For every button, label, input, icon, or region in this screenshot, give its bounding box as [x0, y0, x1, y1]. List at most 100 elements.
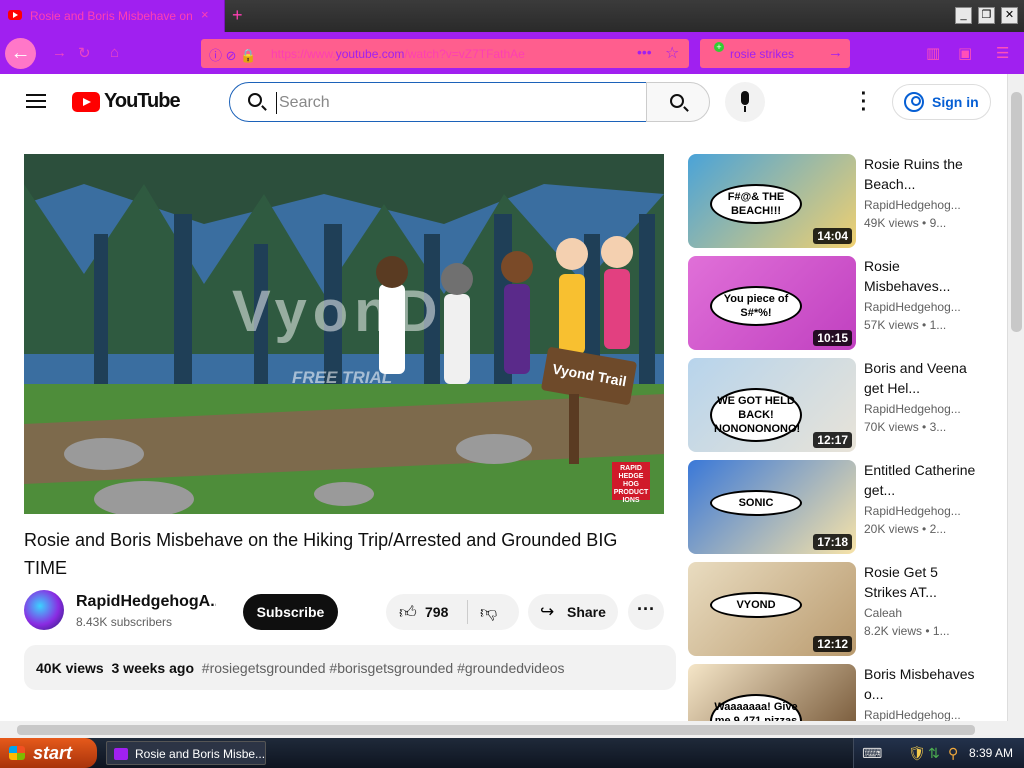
channel-name[interactable]: RapidHedgehogA...	[76, 593, 216, 611]
video-player[interactable]: VyonD FREE TRIAL Vyond Trail RAPID HEDGE…	[24, 154, 664, 514]
restore-button[interactable]: ❐	[978, 7, 995, 24]
sidebar-icon[interactable]: ▣	[958, 44, 972, 62]
horizontal-scrollbar[interactable]	[0, 721, 1024, 738]
like-count[interactable]: 798	[425, 604, 448, 620]
recommendation-card[interactable]: F#@& THE BEACH!!! 14:04 Rosie Ruins the Be…	[688, 154, 988, 248]
browser-tab-strip: Rosie and Boris Misbehave on the Hiking …	[0, 0, 1024, 32]
security-shield-icon[interactable]: 🛡	[908, 745, 926, 762]
recommendation-card[interactable]: WE GOT HELD BACK! NONONONONO! 12:17 Boris …	[688, 358, 988, 452]
taskbar-window-item[interactable]: Rosie and Boris Misbe...	[106, 741, 266, 765]
close-window-button[interactable]: ✕	[1001, 7, 1018, 24]
add-icon: +	[714, 42, 724, 52]
reload-icon[interactable]: ↻	[78, 44, 91, 62]
account-icon	[904, 92, 924, 112]
recommendation-thumbnail[interactable]: VYOND 12:12	[688, 562, 856, 656]
recommendation-card[interactable]: Waaaaaaa! Give me 9,471 pizzas now! Boris…	[688, 664, 988, 721]
recommendation-meta: 8.2K views • 1...	[864, 624, 968, 638]
recommendation-title[interactable]: Boris Misbehaves o...	[864, 664, 976, 704]
youtube-wordmark[interactable]: YouTube	[104, 90, 181, 113]
search-input[interactable]	[276, 92, 626, 114]
recommendation-thumbnail[interactable]: WE GOT HELD BACK! NONONONONO! 12:17	[688, 358, 856, 452]
clock[interactable]: 8:39 AM	[969, 746, 1013, 760]
recommendation-age: • 3...	[922, 420, 947, 434]
desktop: Rosie and Boris Misbehave on the Hiking …	[0, 0, 1024, 768]
keyboard-icon[interactable]: ⌨	[862, 745, 882, 762]
library-icon[interactable]: ▥	[926, 44, 940, 62]
search-box[interactable]	[229, 82, 647, 122]
recommendation-meta: 20K views • 2...	[864, 522, 968, 536]
like-dislike-bar: 👍︎ 798 👎︎	[386, 594, 519, 630]
recommendation-title[interactable]: Entitled Catherine get...	[864, 460, 976, 500]
minimize-button[interactable]: _	[955, 7, 972, 24]
search-tray-icon[interactable]: ⚲	[948, 745, 958, 762]
recommendation-channel[interactable]: Caleah	[864, 606, 968, 620]
find-bar[interactable]: + rosie strikes →	[700, 39, 850, 68]
video-duration: 14:04	[813, 228, 852, 244]
sign-in-label: Sign in	[932, 94, 979, 110]
thumbnail-caption: SONIC	[710, 490, 802, 516]
recommendation-channel[interactable]: RapidHedgehog...	[864, 402, 968, 416]
recommendation-channel[interactable]: RapidHedgehog...	[864, 198, 968, 212]
recommendation-age: • 9...	[922, 216, 947, 230]
thumbs-up-icon[interactable]: 👍︎	[399, 602, 417, 623]
hamburger-menu-icon[interactable]	[26, 94, 46, 108]
recommendation-meta: 57K views • 1...	[864, 318, 968, 332]
recommendation-thumbnail[interactable]: You piece of S#*%! 10:15	[688, 256, 856, 350]
new-tab-button[interactable]: +	[232, 5, 243, 26]
go-arrow-icon[interactable]: →	[828, 44, 843, 61]
recommendation-title[interactable]: Rosie Get 5 Strikes AT...	[864, 562, 976, 602]
tab-close-icon[interactable]: ×	[201, 7, 209, 22]
home-icon[interactable]: ⌂	[110, 44, 119, 61]
recommendation-channel[interactable]: RapidHedgehog...	[864, 708, 968, 721]
url-text[interactable]: https://www.youtube.com/watch?v=vZ7TFath…	[271, 47, 525, 61]
browser-tab[interactable]: Rosie and Boris Misbehave on the Hiking …	[0, 0, 225, 32]
network-icon[interactable]: ⇅	[928, 745, 940, 762]
recommendation-card[interactable]: SONIC 17:18 Entitled Catherine get... Rapid…	[688, 460, 988, 554]
video-duration: 12:12	[813, 636, 852, 652]
sign-in-button[interactable]: Sign in	[892, 84, 991, 120]
find-text[interactable]: rosie strikes	[730, 47, 794, 61]
share-button[interactable]: ↪ Share	[528, 594, 618, 630]
share-label: Share	[567, 604, 606, 620]
recommendation-title[interactable]: Rosie Ruins the Beach...	[864, 154, 976, 194]
description-line: 40K views 3 weeks ago #rosiegetsgrounded…	[36, 660, 565, 676]
recommendation-title[interactable]: Boris and Veena get Hel...	[864, 358, 976, 398]
recommendation-card[interactable]: You piece of S#*%! 10:15 Rosie Misbehaves.…	[688, 256, 988, 350]
site-info-icon[interactable]: ⓘ ⊘ 🔒	[209, 45, 256, 64]
scrollbar-thumb[interactable]	[1011, 92, 1022, 332]
recommendation-thumbnail[interactable]: Waaaaaaa! Give me 9,471 pizzas now!	[688, 664, 856, 721]
view-count: 40K views	[36, 660, 104, 676]
search-button[interactable]	[646, 82, 710, 122]
scrollbar-thumb[interactable]	[17, 725, 975, 735]
recommendation-thumbnail[interactable]: F#@& THE BEACH!!! 14:04	[688, 154, 856, 248]
menu-icon[interactable]: ☰	[996, 44, 1009, 62]
recommendation-channel[interactable]: RapidHedgehog...	[864, 504, 968, 518]
recommendation-thumbnail[interactable]: SONIC 17:18	[688, 460, 856, 554]
hashtags[interactable]: #rosiegetsgrounded #borisgetsgrounded #g…	[202, 660, 565, 676]
recommendation-age: • 2...	[922, 522, 947, 536]
subscriber-count: 8.43K subscribers	[76, 615, 173, 629]
recommendation-title[interactable]: Rosie Misbehaves...	[864, 256, 976, 296]
back-arrow-icon[interactable]: ←	[5, 38, 36, 69]
description-box[interactable]: 40K views 3 weeks ago #rosiegetsgrounded…	[24, 645, 676, 690]
lock-icon: 🔒	[240, 48, 257, 63]
bookmark-star-icon[interactable]: ☆	[665, 43, 679, 63]
youtube-logo-icon[interactable]	[72, 92, 100, 112]
vertical-scrollbar[interactable]	[1007, 74, 1024, 721]
thumbs-down-icon[interactable]: 👎︎	[480, 602, 497, 623]
forward-arrow-icon[interactable]: →	[52, 44, 67, 61]
start-button[interactable]: start	[0, 738, 97, 768]
subscribe-button[interactable]: Subscribe	[243, 594, 338, 630]
url-bar[interactable]: ⓘ ⊘ 🔒 https://www.youtube.com/watch?v=vZ…	[201, 39, 689, 68]
voice-search-button[interactable]	[725, 82, 765, 122]
youtube-favicon-icon	[8, 10, 22, 20]
more-options-icon[interactable]: · · ·	[858, 84, 870, 120]
recommendation-channel[interactable]: RapidHedgehog...	[864, 300, 968, 314]
recommendation-meta: 49K views • 9...	[864, 216, 968, 230]
channel-avatar[interactable]	[24, 590, 64, 630]
page-actions-icon[interactable]: •••	[637, 44, 652, 60]
recommendation-card[interactable]: VYOND 12:12 Rosie Get 5 Strikes AT... Calea…	[688, 562, 988, 656]
more-actions-button[interactable]: ···	[628, 594, 664, 630]
taskbar-window-label: Rosie and Boris Misbe...	[135, 747, 266, 761]
video-duration: 10:15	[813, 330, 852, 346]
